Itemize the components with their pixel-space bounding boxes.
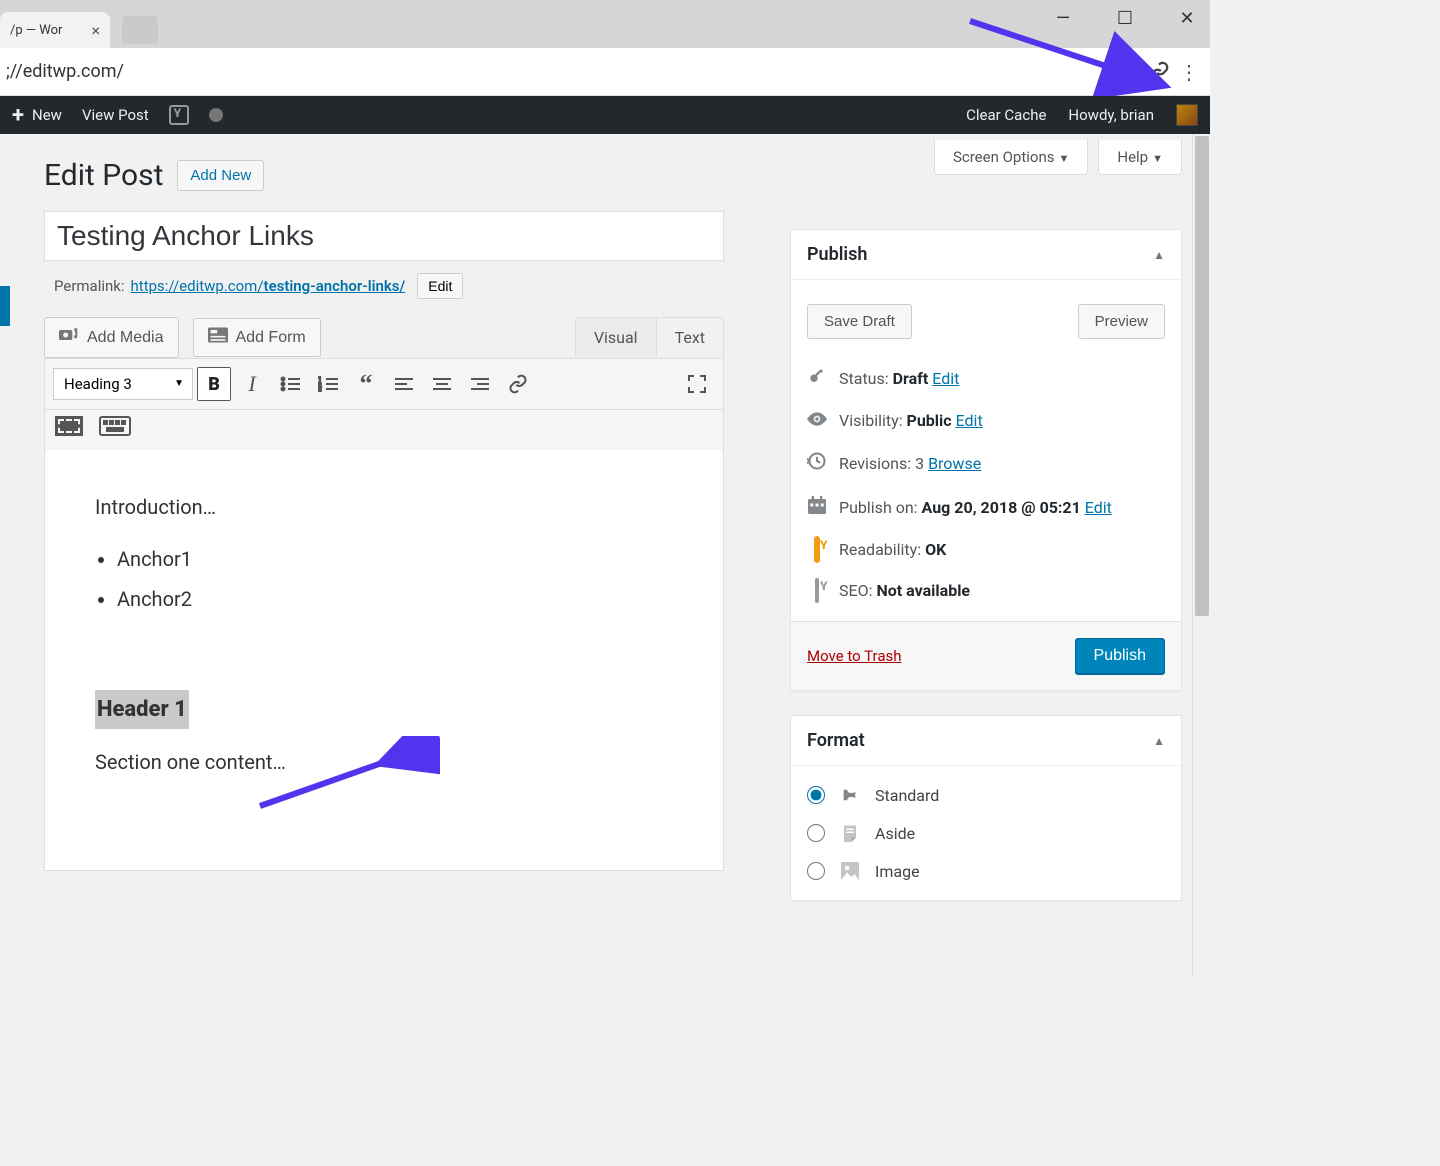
anchor-list-item: Anchor1 (117, 542, 673, 576)
numbered-list-button[interactable]: 123 (311, 367, 345, 401)
scrollbar-thumb[interactable] (1195, 136, 1209, 616)
page-title: Edit Post (44, 158, 163, 193)
toolbar-toggle-button[interactable] (55, 416, 83, 436)
format-radio[interactable] (807, 824, 825, 842)
tab-visual[interactable]: Visual (575, 317, 656, 358)
pin-icon (839, 784, 861, 806)
schedule-edit-link[interactable]: Edit (1085, 498, 1112, 517)
revisions-browse-link[interactable]: Browse (928, 454, 981, 473)
avatar[interactable] (1176, 104, 1198, 126)
anchor-list-item: Anchor2 (117, 582, 673, 616)
tab-text[interactable]: Text (656, 317, 724, 358)
publish-metabox: Publish ▲ Save Draft Preview Status: D (790, 229, 1182, 691)
format-metabox: Format ▲ Standard (790, 715, 1182, 901)
adminbar-new[interactable]: + New (12, 103, 62, 128)
key-icon (807, 367, 827, 390)
bullet-list-button[interactable] (273, 367, 307, 401)
annotation-arrow (960, 6, 1180, 96)
chevron-up-icon[interactable]: ▲ (1153, 248, 1165, 262)
post-title-input[interactable] (44, 211, 724, 261)
form-icon (208, 327, 228, 348)
blockquote-button[interactable]: “ (349, 367, 383, 401)
adminbar-clear-cache[interactable]: Clear Cache (966, 106, 1046, 124)
permalink-url[interactable]: https://editwp.com/testing-anchor-links/ (131, 277, 406, 295)
status-edit-link[interactable]: Edit (932, 369, 959, 388)
image-icon (839, 860, 861, 882)
adminbar-howdy[interactable]: Howdy, brian (1068, 106, 1154, 124)
align-right-button[interactable] (463, 367, 497, 401)
add-form-button[interactable]: Add Form (193, 318, 321, 357)
tab-close-icon[interactable]: × (91, 21, 100, 40)
insert-link-button[interactable] (501, 367, 535, 401)
content-intro: Introduction… (95, 490, 673, 524)
format-option-standard[interactable]: Standard (791, 776, 1181, 814)
publish-box-header[interactable]: Publish ▲ (791, 230, 1181, 280)
status-dot-icon (209, 108, 223, 122)
aside-icon (839, 822, 861, 844)
wp-admin-bar: + New View Post Clear Cache Howdy, brian (0, 96, 1210, 134)
svg-text:3: 3 (318, 387, 321, 392)
camera-music-icon (59, 326, 79, 349)
calendar-icon (807, 496, 827, 519)
add-new-button[interactable]: Add New (177, 160, 264, 191)
format-box-header[interactable]: Format ▲ (791, 716, 1181, 766)
yoast-icon (169, 105, 189, 125)
move-to-trash-link[interactable]: Move to Trash (807, 647, 901, 665)
new-tab-button[interactable] (122, 16, 158, 44)
preview-button[interactable]: Preview (1078, 304, 1165, 339)
keyboard-shortcuts-button[interactable] (99, 416, 131, 440)
save-draft-button[interactable]: Save Draft (807, 304, 912, 339)
yoast-readability-icon (807, 539, 827, 560)
screen-options-button[interactable]: Screen Options▼ (934, 140, 1088, 175)
browser-tab[interactable]: /p — Wor × (0, 12, 110, 48)
format-heading-select[interactable]: Heading 3 (53, 368, 193, 400)
align-center-button[interactable] (425, 367, 459, 401)
chevron-down-icon: ▼ (1152, 152, 1163, 165)
publish-button[interactable]: Publish (1075, 638, 1165, 674)
plus-icon: + (12, 103, 24, 128)
scrollbar[interactable] (1192, 134, 1210, 976)
help-button[interactable]: Help▼ (1098, 140, 1182, 175)
format-radio[interactable] (807, 786, 825, 804)
annotation-arrow (240, 736, 440, 826)
header1-highlighted: Header 1 (95, 690, 189, 729)
visibility-edit-link[interactable]: Edit (956, 411, 983, 430)
revisions-icon (807, 451, 827, 476)
adminbar-yoast[interactable] (169, 105, 189, 125)
format-radio[interactable] (807, 862, 825, 880)
format-option-aside[interactable]: Aside (791, 814, 1181, 852)
fullscreen-button[interactable] (679, 367, 715, 401)
add-media-button[interactable]: Add Media (44, 317, 179, 358)
align-left-button[interactable] (387, 367, 421, 401)
chevron-up-icon[interactable]: ▲ (1153, 734, 1165, 748)
tab-title: /p — Wor (10, 23, 62, 38)
editor-toolbar: Heading 3 B I 123 “ (45, 359, 723, 410)
italic-button[interactable]: I (235, 367, 269, 401)
collapsed-menu-indicator (0, 286, 10, 326)
permalink-label: Permalink: (54, 277, 125, 295)
bold-button[interactable]: B (197, 367, 231, 401)
yoast-seo-icon (807, 580, 827, 601)
chevron-down-icon: ▼ (1058, 152, 1069, 165)
permalink-edit-button[interactable]: Edit (417, 273, 463, 299)
eye-icon (807, 410, 827, 431)
format-option-image[interactable]: Image (791, 852, 1181, 890)
adminbar-view-post[interactable]: View Post (82, 106, 149, 124)
